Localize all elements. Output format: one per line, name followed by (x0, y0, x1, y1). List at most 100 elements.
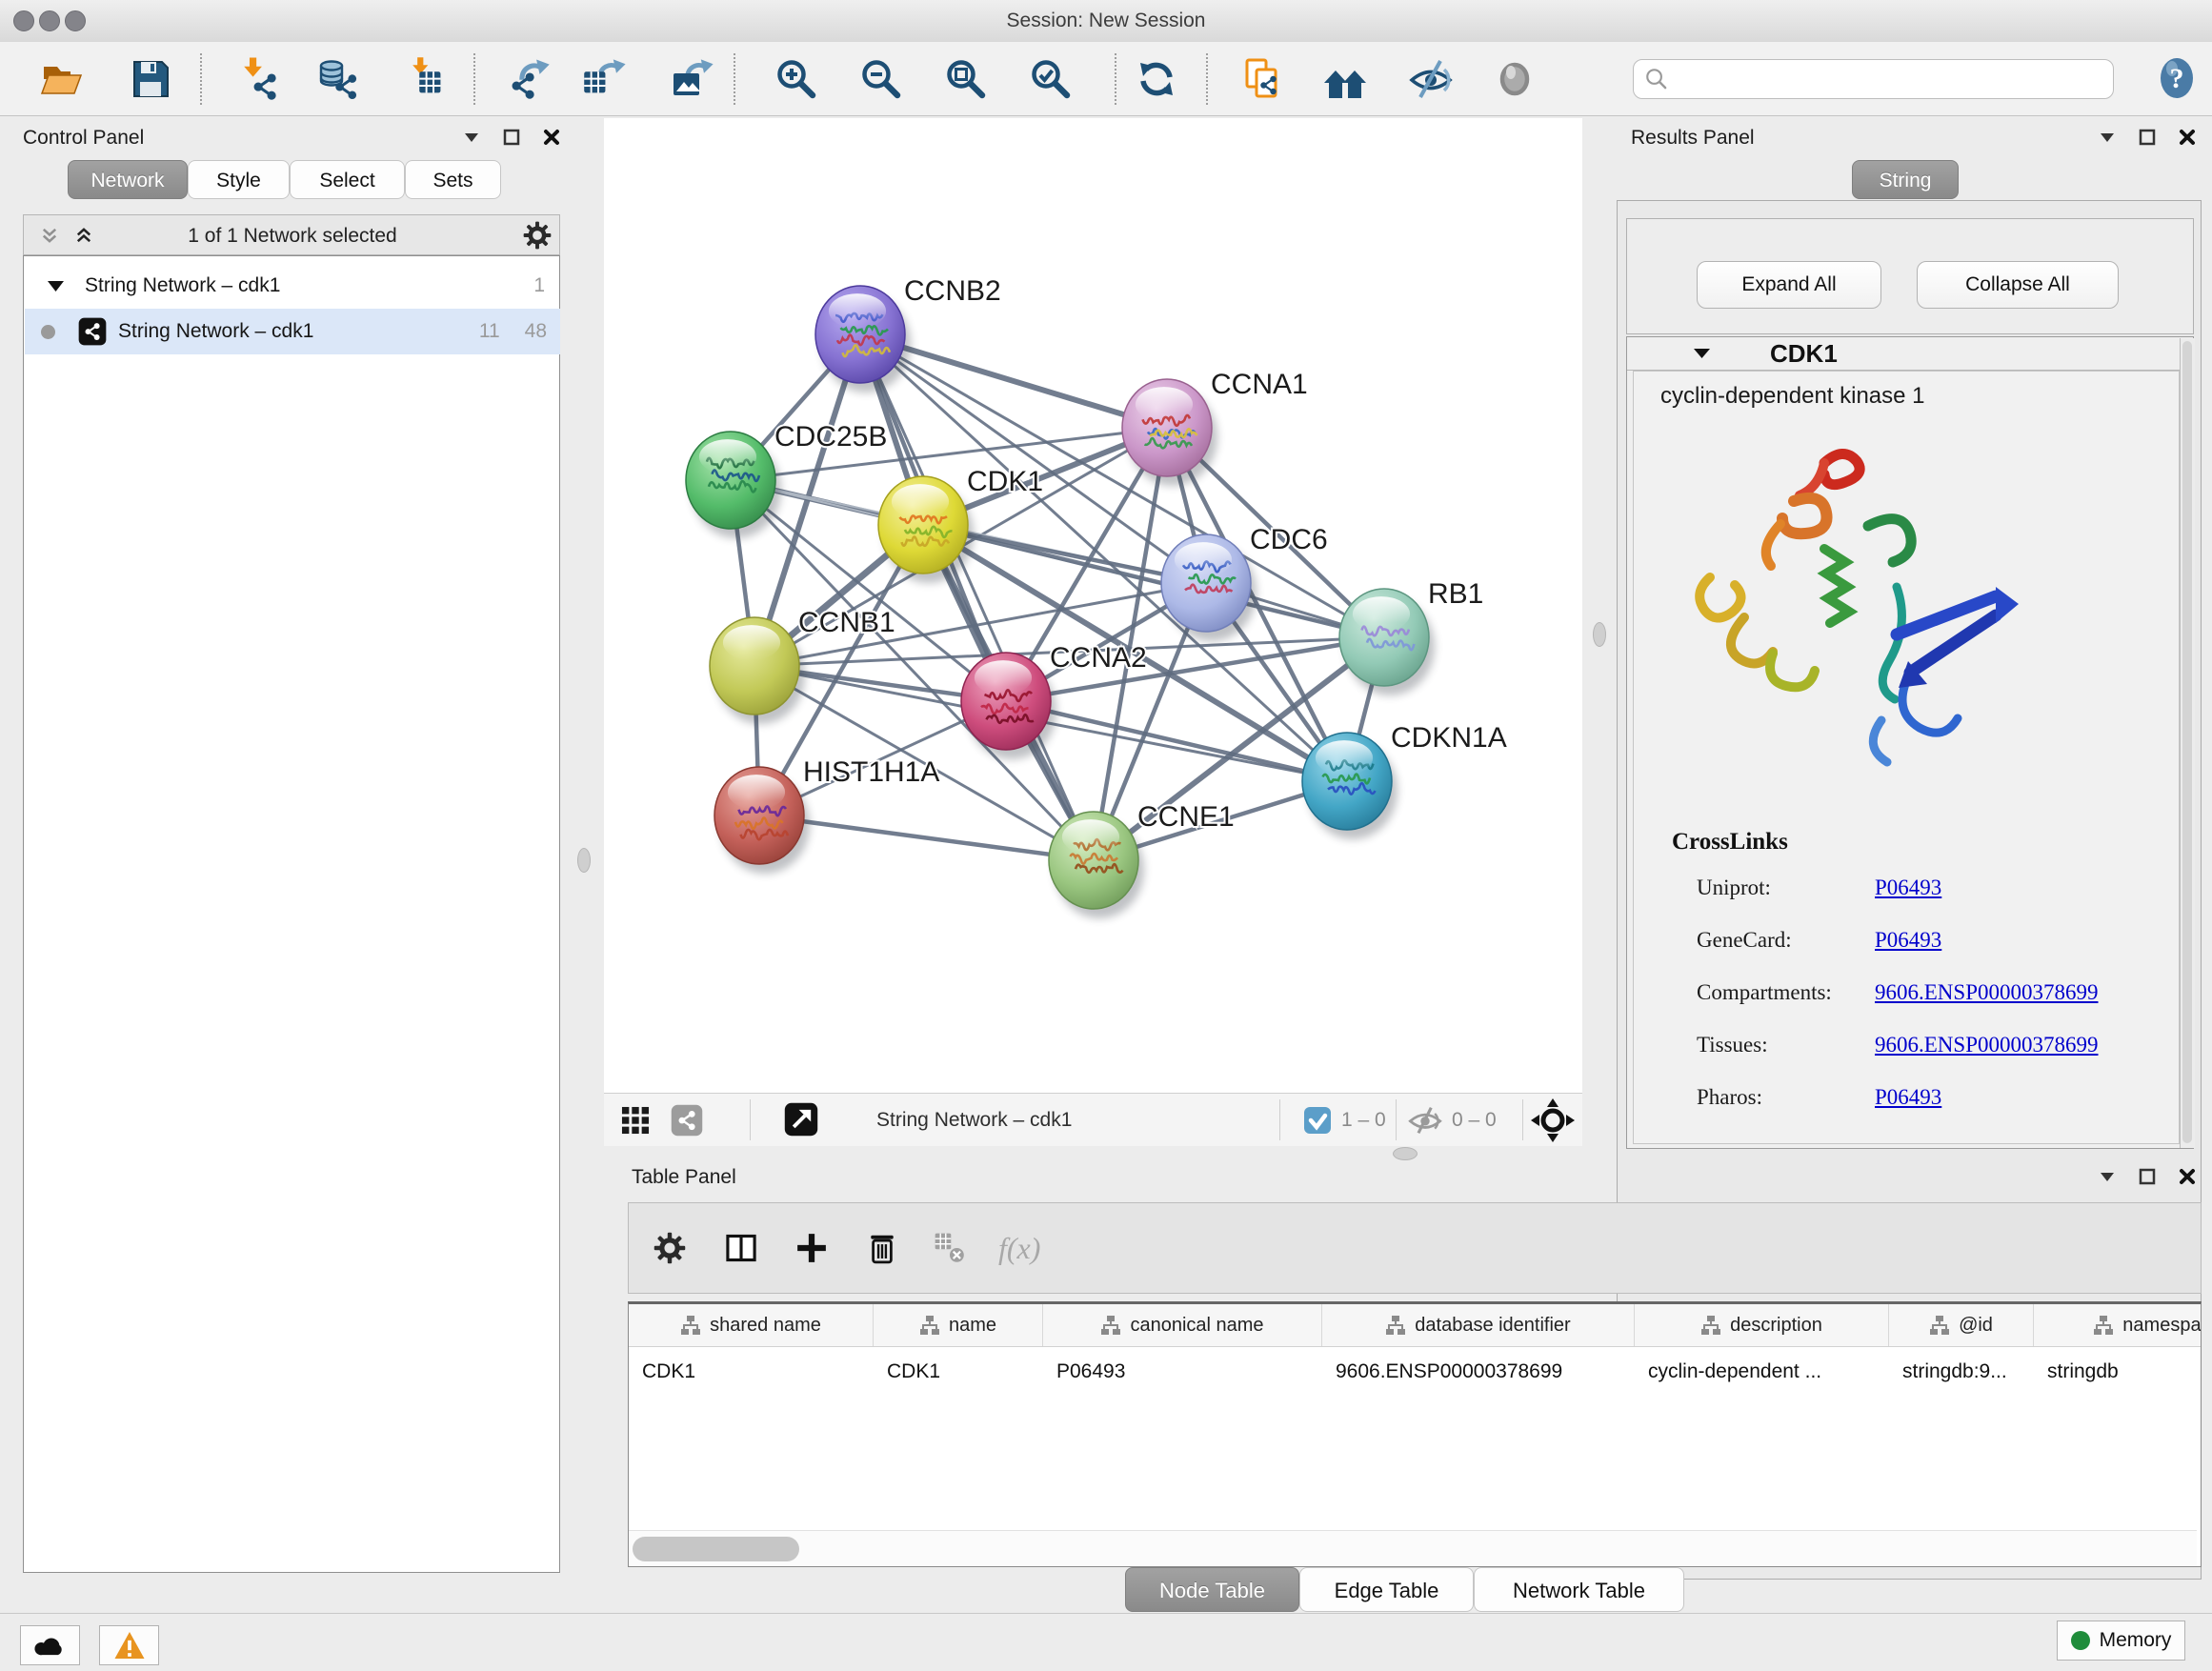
zoom-in-button[interactable] (772, 54, 821, 104)
table-hscrollbar-thumb[interactable] (633, 1537, 799, 1561)
tab-edge-table[interactable]: Edge Table (1299, 1567, 1474, 1612)
tab-node-table[interactable]: Node Table (1125, 1567, 1299, 1612)
table-cell[interactable]: cyclin-dependent ... (1635, 1347, 1889, 1397)
panel-float-icon[interactable] (2138, 1167, 2157, 1186)
column-header-shared-name[interactable]: shared name (629, 1304, 874, 1346)
panel-menu-icon[interactable] (2098, 1167, 2117, 1186)
panel-close-icon[interactable] (2178, 128, 2197, 147)
selected-counts: 1 – 0 (1341, 1094, 1386, 1146)
export-table-button[interactable] (579, 54, 629, 104)
table-hscrollbar-track[interactable] (629, 1530, 2197, 1567)
import-table-file-button[interactable] (402, 54, 452, 104)
table-row[interactable]: CDK1CDK1P064939606.ENSP00000378699cyclin… (629, 1347, 2201, 1397)
results-scrollbar-thumb[interactable] (2182, 341, 2192, 1143)
table-cell[interactable]: stringdb:9... (1889, 1347, 2034, 1397)
warnings-button[interactable] (99, 1625, 159, 1665)
hidden-eye-icon[interactable] (1408, 1103, 1442, 1137)
control-panel-tabs: NetworkStyleSelectSets (68, 160, 501, 199)
table-cell[interactable]: P06493 (1043, 1347, 1322, 1397)
zoom-out-button[interactable] (856, 54, 906, 104)
splitter-handle-bottom[interactable] (1393, 1147, 1418, 1160)
open-in-window-icon[interactable] (784, 1102, 818, 1137)
panel-float-icon[interactable] (502, 128, 521, 147)
hide-selected-button[interactable] (1406, 54, 1456, 104)
footer-divider (1522, 1099, 1523, 1140)
zoom-selected-icon (1029, 57, 1073, 101)
crosslink-link[interactable]: P06493 (1875, 876, 1941, 900)
import-table-icon (405, 57, 449, 101)
help-button[interactable]: ? (2154, 55, 2200, 106)
network-collection-row[interactable]: String Network – cdk1 1 (25, 263, 560, 309)
fit-content-button[interactable] (941, 54, 991, 104)
gear-icon[interactable] (523, 221, 552, 250)
tab-select[interactable]: Select (290, 160, 405, 199)
column-header-namespace[interactable]: namespace (2034, 1304, 2202, 1346)
tab-network-table[interactable]: Network Table (1474, 1567, 1684, 1612)
clone-network-button[interactable] (1239, 54, 1289, 104)
cloud-button[interactable] (20, 1625, 80, 1665)
splitter-handle-right[interactable] (1593, 622, 1606, 647)
panel-float-icon[interactable] (2138, 128, 2157, 147)
node-label-CDKN1A: CDKN1A (1391, 722, 1507, 754)
table-gear-icon[interactable] (654, 1232, 686, 1264)
panel-menu-icon[interactable] (462, 128, 481, 147)
table-cell[interactable]: CDK1 (629, 1347, 874, 1397)
network-share-icon[interactable] (671, 1104, 703, 1137)
table-cell[interactable]: stringdb (2034, 1347, 2202, 1397)
import-network-file-button[interactable] (233, 54, 283, 104)
fit-selection-crosshair-icon[interactable] (1531, 1098, 1575, 1142)
function-builder-disabled: f(x) (998, 1231, 1040, 1266)
footer-divider (1396, 1099, 1397, 1140)
table-cell[interactable]: 9606.ENSP00000378699 (1322, 1347, 1635, 1397)
save-session-button[interactable] (126, 54, 175, 104)
memory-label: Memory (2100, 1629, 2172, 1652)
import-network-database-button[interactable] (313, 54, 363, 104)
network-row-selected[interactable]: String Network – cdk1 11 48 (25, 309, 560, 354)
eye-slash-icon (1409, 57, 1453, 101)
add-column-icon[interactable] (794, 1231, 829, 1265)
tab-string[interactable]: String (1852, 160, 1959, 199)
collection-label: String Network – cdk1 (85, 274, 280, 297)
show-columns-icon[interactable] (724, 1231, 758, 1265)
table-cell[interactable]: CDK1 (874, 1347, 1043, 1397)
crosslink-link[interactable]: 9606.ENSP00000378699 (1875, 980, 2099, 1005)
memory-button[interactable]: Memory (2057, 1621, 2185, 1661)
disclosure-triangle-icon[interactable] (48, 280, 64, 292)
tab-style[interactable]: Style (188, 160, 290, 199)
protein-section-header[interactable]: CDK1 (1627, 337, 2193, 371)
zoom-in-icon (774, 57, 818, 101)
column-header-database-identifier[interactable]: database identifier (1322, 1304, 1635, 1346)
column-header-description[interactable]: description (1635, 1304, 1889, 1346)
panel-menu-icon[interactable] (2098, 128, 2117, 147)
show-hidden-button[interactable] (1490, 54, 1539, 104)
column-type-icon (1929, 1315, 1950, 1336)
splitter-handle-left[interactable] (577, 848, 591, 873)
panel-close-icon[interactable] (542, 128, 561, 147)
tab-network[interactable]: Network (68, 160, 188, 199)
expand-all-button[interactable]: Expand All (1697, 261, 1881, 309)
search-input[interactable] (1670, 68, 2113, 91)
crosslink-link[interactable]: P06493 (1875, 1085, 1941, 1110)
network-canvas[interactable]: CCNB2CCNA1CDC25BCDK1CDC6RB1CCNB1CCNA2CDK… (604, 118, 1582, 1093)
export-network-button[interactable] (505, 54, 554, 104)
show-all-networks-button[interactable] (1320, 54, 1370, 104)
section-disclosure-icon[interactable] (1694, 348, 1710, 359)
birdseye-grid-icon[interactable] (619, 1104, 652, 1137)
panel-close-icon[interactable] (2178, 1167, 2197, 1186)
refresh-button[interactable] (1132, 54, 1181, 104)
open-session-button[interactable] (37, 54, 87, 104)
column-header-canonical-name[interactable]: canonical name (1043, 1304, 1322, 1346)
collapse-all-button[interactable]: Collapse All (1917, 261, 2119, 309)
tab-sets[interactable]: Sets (405, 160, 501, 199)
export-image-button[interactable] (667, 54, 716, 104)
column-header-name[interactable]: name (874, 1304, 1043, 1346)
selected-checkbox-icon[interactable] (1303, 1106, 1332, 1135)
results-scrollbar-track[interactable] (2180, 338, 2195, 1148)
crosslink-row: Pharos:P06493 (1697, 1071, 2173, 1123)
crosslink-link[interactable]: P06493 (1875, 928, 1941, 953)
column-header-@id[interactable]: @id (1889, 1304, 2034, 1346)
delete-column-icon[interactable] (865, 1231, 899, 1265)
node-label-CDC25B: CDC25B (774, 421, 887, 453)
zoom-selected-button[interactable] (1026, 54, 1076, 104)
crosslink-link[interactable]: 9606.ENSP00000378699 (1875, 1033, 2099, 1057)
